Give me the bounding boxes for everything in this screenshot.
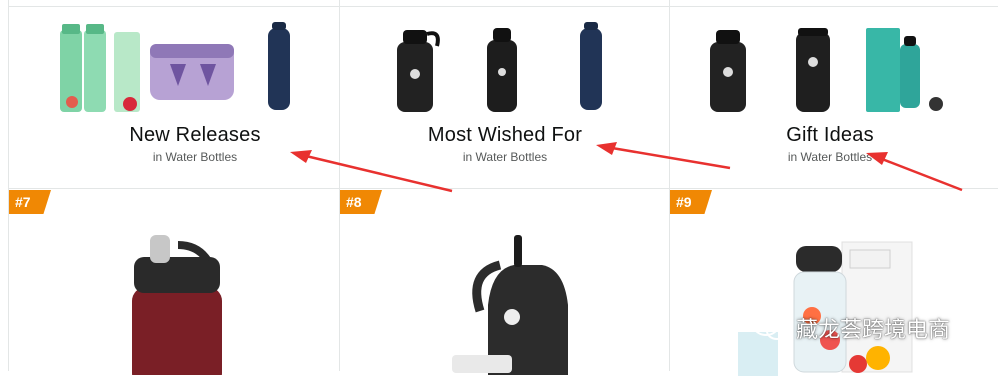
most-wished-for-card[interactable]: Most Wished For in Water Bottles (355, 0, 655, 188)
grid-divider (8, 188, 998, 189)
grid-divider (669, 0, 670, 371)
wechat-watermark: 藏龙荟跨境电商 (752, 312, 950, 344)
card-subtitle: in Water Bottles (152, 150, 238, 164)
gift-ideas-card[interactable]: Gift Ideas in Water Bottles (680, 0, 980, 188)
gift-ideas-product-images[interactable] (680, 0, 980, 120)
most-wished-for-product-images[interactable] (355, 0, 655, 120)
card-title[interactable]: Most Wished For (355, 124, 655, 147)
wechat-icon (753, 316, 788, 340)
card-title[interactable]: New Releases (40, 124, 350, 147)
product-image-7[interactable] (110, 225, 250, 375)
product-image-9[interactable] (738, 236, 928, 376)
rank-badge: #7 (9, 190, 51, 214)
card-subtitle: in Water Bottles (462, 150, 548, 164)
watermark-text: 藏龙荟跨境电商 (796, 318, 951, 343)
grid-divider (8, 0, 9, 371)
card-subtitle: in Water Bottles (787, 150, 873, 164)
rank-badge: #8 (340, 190, 382, 214)
card-title[interactable]: Gift Ideas (680, 124, 980, 147)
rank-badge: #9 (670, 190, 712, 214)
new-releases-card[interactable]: New Releases in Water Bottles (40, 0, 350, 188)
new-releases-product-images[interactable] (40, 0, 350, 120)
product-image-8[interactable] (430, 225, 610, 375)
